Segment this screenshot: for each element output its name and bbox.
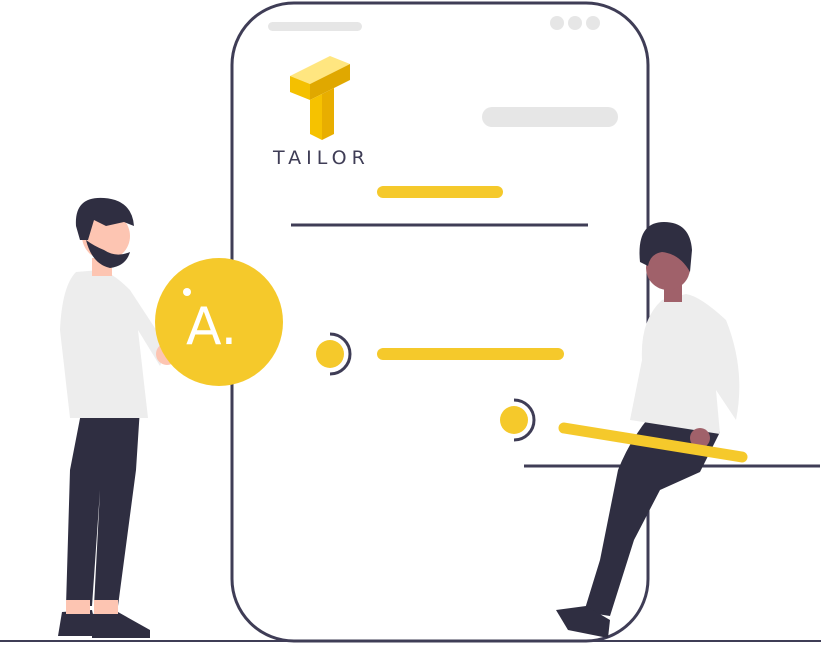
window-dot-icon (568, 16, 582, 30)
man-shoe (92, 612, 150, 638)
list-bullet-icon (500, 406, 528, 434)
man-shirt (60, 270, 168, 418)
list-bullet-icon (316, 340, 344, 368)
header-placeholder-bar (482, 107, 618, 127)
phone-frame (230, 1, 650, 643)
coin-letter: A. (186, 297, 237, 357)
illustration-scene: TAILOR A. (0, 1, 821, 643)
phone-mockup: TAILOR (230, 1, 650, 643)
window-dot-icon (586, 16, 600, 30)
list-accent-bar (377, 348, 564, 360)
brand-name: TAILOR (272, 147, 370, 169)
man-legs (66, 408, 140, 606)
title-accent-bar (377, 186, 503, 198)
man-figure (58, 197, 178, 638)
letter-a-coin-icon: A. (155, 258, 283, 386)
status-bar-placeholder (268, 22, 362, 31)
window-dot-icon (550, 16, 564, 30)
